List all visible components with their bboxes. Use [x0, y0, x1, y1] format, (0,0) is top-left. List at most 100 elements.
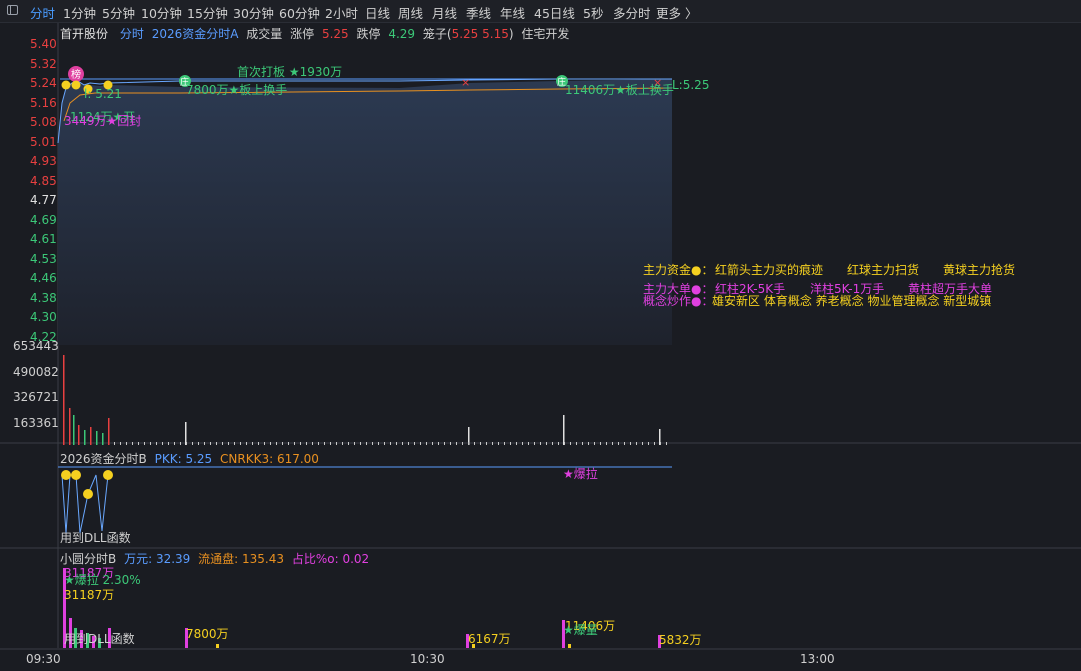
panel-toggle-icon[interactable] — [7, 5, 18, 15]
yellow-ball-icon[interactable] — [61, 80, 71, 90]
volume-bar — [642, 442, 643, 445]
volume-bar — [216, 442, 217, 445]
tab-6[interactable]: 60分钟 — [279, 3, 320, 22]
volume-bar — [528, 442, 529, 445]
volume-bar — [270, 442, 271, 445]
panel-c-bar — [568, 644, 571, 648]
volume-bar — [612, 442, 613, 445]
yellow-ball-icon[interactable] — [83, 489, 93, 499]
intraday-chart[interactable]: 榜 庄 庄 × × 首次打板 ★1930万 7800万★板上换手 11406万★… — [0, 23, 1081, 671]
tab-11[interactable]: 季线 — [466, 3, 491, 22]
tab-9[interactable]: 周线 — [398, 3, 423, 22]
volume-bar — [132, 442, 133, 445]
price-tick-label: 5.40 — [30, 37, 57, 51]
volume-bar — [474, 442, 475, 445]
tab-1[interactable]: 1分钟 — [63, 3, 96, 22]
volume-bar — [648, 442, 649, 445]
volume-bar — [96, 431, 98, 445]
tab-5[interactable]: 30分钟 — [233, 3, 274, 22]
volume-bar — [666, 442, 667, 445]
volume-bar — [185, 422, 187, 445]
price-tick-label: 4.77 — [30, 193, 57, 207]
volume-bar — [330, 442, 331, 445]
volume-bar — [126, 442, 127, 445]
volume-bar — [258, 442, 259, 445]
volume-bar — [90, 427, 92, 445]
volume-bar — [570, 442, 571, 445]
panel-b-title[interactable]: 2026资金分时B — [60, 452, 147, 466]
volume-bar — [564, 442, 565, 445]
volume-bar — [150, 442, 151, 445]
tab-0[interactable]: 分时 — [30, 3, 55, 22]
tab-10[interactable]: 月线 — [432, 3, 457, 22]
volume-bar — [84, 430, 86, 445]
volume-bar — [654, 442, 655, 445]
price-tick-label: 4.46 — [30, 271, 57, 285]
cnrkk3-value: 617.00 — [276, 452, 319, 466]
volume-bar — [288, 442, 289, 445]
volume-tick-label: 653443 — [13, 339, 59, 353]
panel-b-dll-note: 用到DLL函数 — [60, 530, 131, 545]
volume-bar — [73, 415, 75, 445]
volume-bar — [366, 442, 367, 445]
tab-13[interactable]: 45日线 — [534, 3, 575, 22]
volume-tick-label: 326721 — [13, 390, 59, 404]
panel-c-label-c: 31187万 — [64, 588, 114, 602]
price-tick-label: 4.38 — [30, 290, 57, 305]
volume-bar — [618, 442, 619, 445]
volume-bar — [480, 442, 481, 445]
volume-bar — [426, 442, 427, 445]
volume-bar — [624, 442, 625, 445]
volume-bar — [594, 442, 595, 445]
panel-c-title[interactable]: 小圆分时B — [60, 552, 116, 566]
tab-8[interactable]: 日线 — [365, 3, 390, 22]
price-area-fill — [58, 79, 672, 345]
volume-bar — [312, 442, 313, 445]
tab-16[interactable]: 更多 〉 — [656, 3, 697, 22]
volume-bar — [168, 442, 169, 445]
tab-14[interactable]: 5秒 — [583, 3, 603, 22]
volume-bar — [432, 442, 433, 445]
volume-bar — [294, 442, 295, 445]
yellow-ball-icon[interactable] — [71, 470, 81, 480]
price-tick-label: 5.32 — [30, 56, 57, 71]
volume-bar — [252, 442, 253, 445]
panel-c-label-g: ★爆量 — [563, 623, 598, 637]
yellow-ball-icon[interactable] — [71, 80, 81, 90]
volume-bar — [600, 442, 601, 445]
volume-bar — [420, 442, 421, 445]
volume-bar — [540, 442, 541, 445]
tab-2[interactable]: 5分钟 — [102, 3, 135, 22]
tab-4[interactable]: 15分钟 — [187, 3, 228, 22]
legend-row3-title: 概念炒作●： — [643, 293, 713, 308]
time-label-mid: 10:30 — [410, 652, 445, 666]
legend-row1-item: 黄球主力抢货 — [943, 262, 1015, 277]
volume-bar — [552, 442, 553, 445]
volume-bar — [114, 442, 115, 445]
volume-bar — [438, 442, 439, 445]
volume-bar — [378, 442, 379, 445]
yellow-ball-icon[interactable] — [103, 470, 113, 480]
tab-15[interactable]: 多分时 — [613, 3, 651, 22]
pkk-label: PKK: — [154, 452, 182, 466]
volume-bar — [138, 442, 139, 445]
volume-bar — [396, 442, 397, 445]
volume-bar — [108, 418, 110, 445]
yellow-ball-icon[interactable] — [61, 470, 71, 480]
volume-bar — [450, 442, 451, 445]
volume-bar — [204, 442, 205, 445]
price-tick-label: 4.69 — [30, 212, 57, 227]
volume-bar — [300, 442, 301, 445]
volume-bar — [444, 442, 445, 445]
first-board-annotation: 首次打板 ★1930万 — [237, 65, 342, 79]
pkk-value: 5.25 — [185, 452, 213, 466]
price-tick-label: 4.53 — [30, 251, 57, 266]
tab-7[interactable]: 2小时 — [325, 3, 358, 22]
volume-bar — [462, 442, 463, 445]
volume-bar — [588, 442, 589, 445]
tab-12[interactable]: 年线 — [500, 3, 525, 22]
volume-bar — [282, 442, 283, 445]
volume-bar — [264, 442, 265, 445]
tab-3[interactable]: 10分钟 — [141, 3, 182, 22]
volume-bar — [306, 442, 307, 445]
